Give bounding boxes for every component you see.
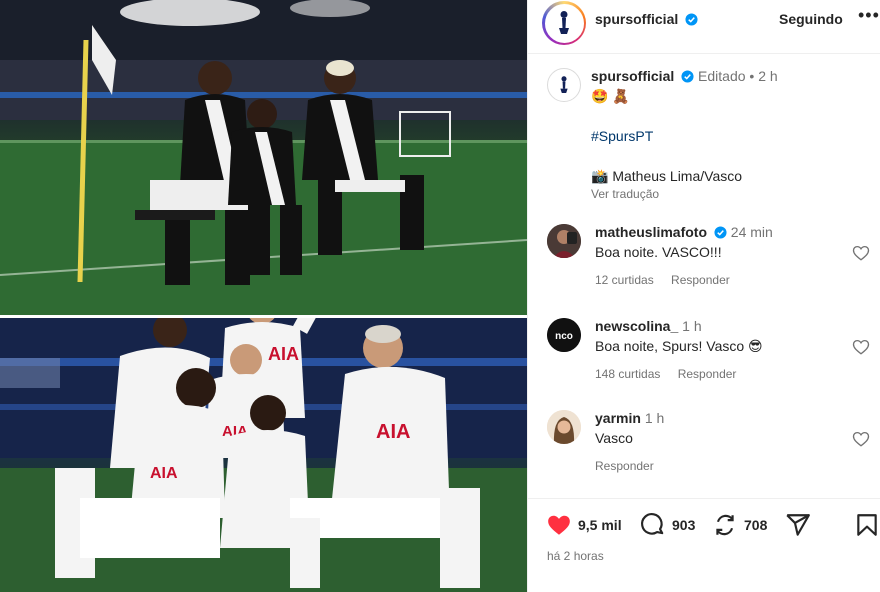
comment-text: Boa noite, Spurs! Vasco 😎 <box>595 338 763 354</box>
comment-age: 1 h <box>682 318 702 334</box>
comment-header: newscolina_ 1 h <box>595 318 702 334</box>
svg-text:AIA: AIA <box>376 421 410 443</box>
comment-age: 1 h <box>644 410 665 426</box>
verified-badge-icon <box>681 70 694 83</box>
comment-meta: 148 curtidas Responder <box>595 367 750 381</box>
comment-header: matheuslimafoto 24 min <box>595 224 773 240</box>
post-header: spursofficial Seguindo ••• <box>528 0 880 54</box>
author-username[interactable]: spursofficial <box>595 11 678 27</box>
caption-age: 2 h <box>758 68 778 84</box>
commenter-avatar[interactable]: nco <box>547 318 581 352</box>
author-avatar-ring[interactable] <box>542 1 586 45</box>
author-name-group[interactable]: spursofficial <box>595 11 698 27</box>
instagram-post: AIA AIA AIA AIA spursofficial Seguindo •… <box>0 0 880 592</box>
post-actions-bar: 9,5 mil 903 708 há 2 horas <box>528 498 880 592</box>
likes-count: 9,5 mil <box>578 517 622 533</box>
commenter-photo-icon <box>547 410 581 444</box>
commenter-username[interactable]: newscolina_ <box>595 318 678 334</box>
repost-icon <box>716 514 734 536</box>
caption-dot: • <box>749 68 759 84</box>
photo-credit: 📸 Matheus Lima/Vasco <box>591 168 743 184</box>
commenter-avatar[interactable] <box>547 410 581 444</box>
comment-text: Boa noite. VASCO!!! <box>595 244 722 260</box>
share-button[interactable] <box>785 512 817 538</box>
like-button[interactable]: 9,5 mil <box>546 512 622 538</box>
commenter-photo-icon <box>547 224 581 258</box>
heart-outline-icon[interactable] <box>852 338 870 356</box>
caption-header: spursofficial Editado • 2 h <box>591 68 778 84</box>
svg-text:AIA: AIA <box>268 344 299 364</box>
comment-likes[interactable]: 148 curtidas <box>595 367 660 381</box>
see-translation-link[interactable]: Ver tradução <box>591 187 659 201</box>
comment-age: 24 min <box>730 224 773 240</box>
author-avatar[interactable] <box>544 3 584 43</box>
photo-vasco-players <box>0 0 527 315</box>
comment-header: yarmin 1 h <box>595 410 664 426</box>
newscolina-logo-icon: nco <box>547 318 581 352</box>
repost-button[interactable]: 708 <box>712 512 767 538</box>
reply-button[interactable]: Responder <box>595 459 654 473</box>
hashtag-link[interactable]: #SpursPT <box>591 128 653 144</box>
photo-spurs-players: AIA AIA AIA AIA <box>0 318 527 592</box>
caption-emojis: 🤩 🧸 <box>591 88 630 104</box>
caption-author-username[interactable]: spursofficial <box>591 68 674 84</box>
svg-text:AIA: AIA <box>150 465 178 482</box>
reply-button[interactable]: Responder <box>678 367 737 381</box>
caption-author-avatar[interactable] <box>547 68 581 102</box>
verified-badge-icon <box>714 226 727 239</box>
verified-badge-icon <box>685 13 698 26</box>
reposts-count: 708 <box>744 517 768 533</box>
comments-count: 903 <box>672 517 696 533</box>
comment-bubble-icon <box>641 513 664 535</box>
send-icon <box>786 514 810 536</box>
edited-label: Editado <box>698 68 746 84</box>
post-timestamp: há 2 horas <box>547 549 604 563</box>
spurs-logo-icon <box>560 76 568 93</box>
post-side-panel: spursofficial Seguindo ••• spursofficial <box>527 0 880 592</box>
more-options-icon[interactable]: ••• <box>858 5 880 26</box>
comment-meta: 12 curtidas Responder <box>595 273 744 287</box>
heart-outline-icon[interactable] <box>852 430 870 448</box>
svg-text:nco: nco <box>555 331 573 342</box>
following-button[interactable]: Seguindo <box>779 11 843 27</box>
spurs-logo-icon <box>559 11 569 34</box>
commenter-username[interactable]: matheuslimafoto <box>595 224 707 240</box>
reply-button[interactable]: Responder <box>671 273 730 287</box>
commenter-avatar[interactable] <box>547 224 581 258</box>
comment-likes[interactable]: 12 curtidas <box>595 273 654 287</box>
commenter-username[interactable]: yarmin <box>595 410 641 426</box>
bookmark-icon <box>857 514 877 536</box>
post-media[interactable]: AIA AIA AIA AIA <box>0 0 527 592</box>
comment-meta: Responder <box>595 459 668 473</box>
save-button[interactable] <box>854 512 880 538</box>
heart-filled-icon <box>548 515 570 535</box>
comment-text: Vasco <box>595 430 633 446</box>
comment-button[interactable]: 903 <box>640 512 695 538</box>
heart-outline-icon[interactable] <box>852 244 870 262</box>
